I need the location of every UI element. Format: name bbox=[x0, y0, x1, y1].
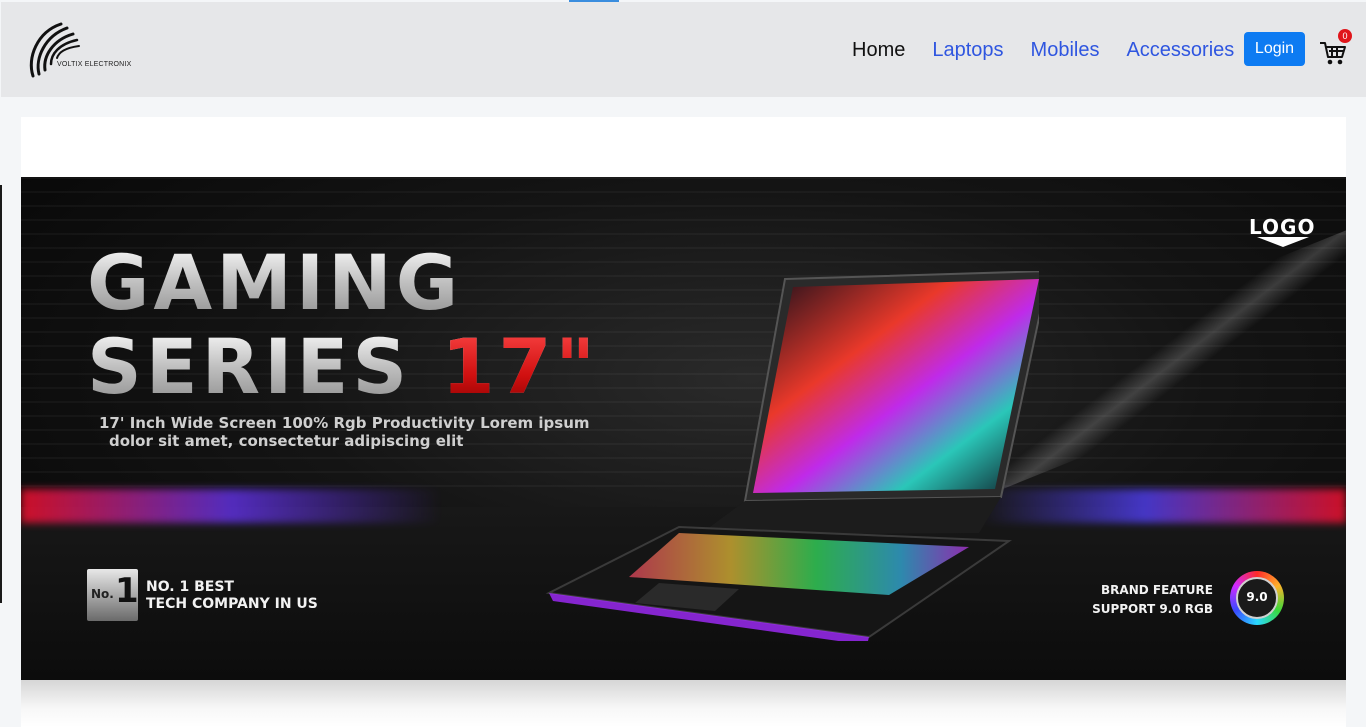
left-edge-line bbox=[0, 185, 2, 603]
login-button[interactable]: Login bbox=[1244, 32, 1305, 66]
navbar: VOLTIX ELECTRONIX Home Laptops Mobiles A… bbox=[1, 2, 1366, 97]
brand-name: VOLTIX ELECTRONIX bbox=[57, 61, 132, 68]
rgb-badge-icon: 9.0 bbox=[1230, 571, 1284, 625]
feature-line1: BRAND FEATURE bbox=[1101, 583, 1213, 597]
voltix-logo-icon bbox=[29, 22, 80, 78]
headline-series: SERIES bbox=[87, 322, 412, 411]
no1-line2: TECH COMPANY IN US bbox=[146, 596, 318, 612]
nav-accessories[interactable]: Accessories bbox=[1126, 38, 1234, 62]
no1-caption: NO. 1 BEST TECH COMPANY IN US bbox=[146, 579, 318, 613]
nav-home[interactable]: Home bbox=[852, 38, 905, 62]
nav-mobiles[interactable]: Mobiles bbox=[1031, 38, 1100, 62]
banner-logo-chevron bbox=[1257, 237, 1309, 247]
subline-line2: dolor sit amet, consectetur adipiscing e… bbox=[109, 432, 464, 450]
badge-one-text: 1 bbox=[115, 571, 139, 611]
badge-no-text: No. bbox=[91, 587, 114, 601]
headline-line2: SERIES 17" bbox=[87, 325, 599, 409]
nav-laptops[interactable]: Laptops bbox=[932, 38, 1003, 62]
glow-left bbox=[21, 489, 441, 523]
main-nav: Home Laptops Mobiles Accessories bbox=[852, 38, 1261, 62]
brand-logo[interactable]: VOLTIX ELECTRONIX bbox=[27, 18, 137, 82]
banner-subline: 17' Inch Wide Screen 100% Rgb Productivi… bbox=[99, 414, 590, 450]
banner-logo: LOGO bbox=[1249, 215, 1316, 239]
rgb-badge-text: 9.0 bbox=[1246, 590, 1268, 604]
feature-line2: SUPPORT 9.0 RGB bbox=[1092, 602, 1213, 616]
page: VOLTIX ELECTRONIX Home Laptops Mobiles A… bbox=[0, 0, 1366, 727]
gaming-laptop-image bbox=[545, 271, 1039, 641]
banner-headline: GAMING SERIES 17" bbox=[87, 241, 599, 409]
no1-badge: No. 1 bbox=[87, 569, 139, 621]
headline-line1: GAMING bbox=[87, 241, 599, 325]
hero-carousel[interactable]: GAMING SERIES 17" 17' Inch Wide Screen 1… bbox=[21, 117, 1346, 727]
rgb-badge-inner: 9.0 bbox=[1236, 577, 1278, 619]
carousel-bottom-shadow bbox=[21, 680, 1346, 727]
subline-line1: 17' Inch Wide Screen 100% Rgb Productivi… bbox=[99, 414, 590, 432]
feature-caption: BRAND FEATURE SUPPORT 9.0 RGB bbox=[1081, 581, 1213, 619]
no1-line1: NO. 1 BEST bbox=[146, 579, 234, 595]
hero-banner[interactable]: GAMING SERIES 17" 17' Inch Wide Screen 1… bbox=[21, 177, 1346, 680]
cart-count-badge: 0 bbox=[1338, 29, 1352, 43]
